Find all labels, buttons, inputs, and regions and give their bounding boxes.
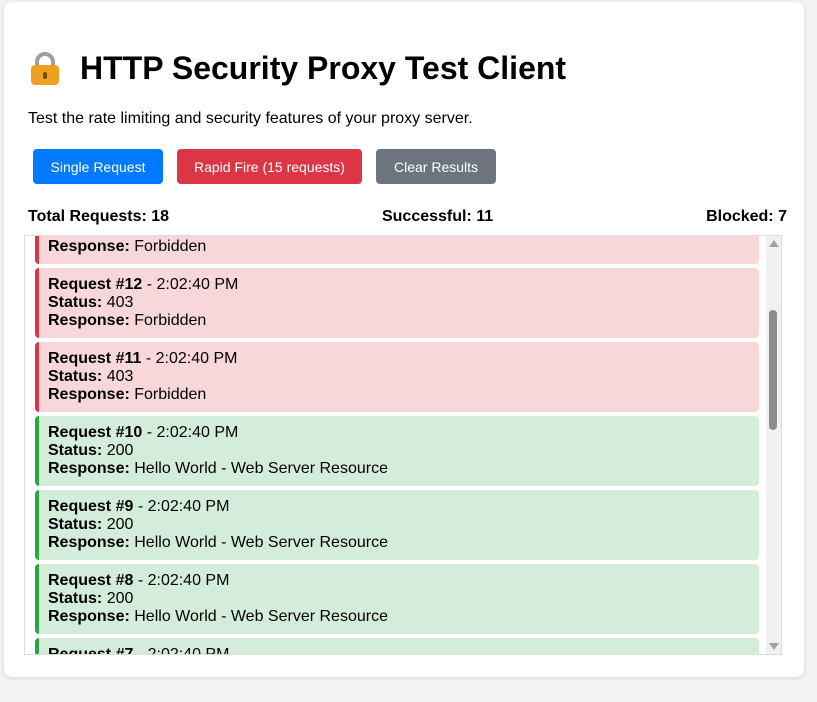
result-response: Response: Forbidden (48, 312, 759, 330)
result-header: Request #10 - 2:02:40 PM (48, 424, 759, 442)
result-entry: Request #7 - 2:02:40 PMStatus: 200Respon… (35, 638, 759, 655)
blocked-stat: Blocked: 7 (706, 208, 787, 225)
result-entry: Request #11 - 2:02:40 PM Status: 403 Respo… (35, 342, 759, 412)
result-status: Status: 200 (48, 442, 759, 460)
status-value: 200 (106, 516, 134, 533)
request-time: - 2:02:40 PM (133, 498, 230, 515)
status-value: 403 (106, 294, 134, 311)
result-header: Request #11 - 2:02:40 PM (48, 350, 759, 368)
request-number: Request #9 (48, 498, 134, 515)
request-number: Request #8 (48, 572, 134, 589)
status-label: Status: (48, 516, 103, 533)
results-scrollbar[interactable] (766, 236, 781, 654)
results-panel[interactable]: Request #13 - 2:02:40 PMStatus: 403Respo… (24, 235, 782, 655)
request-number: Request #10 (48, 424, 143, 441)
status-label: Status: (48, 294, 103, 311)
status-value: 200 (106, 590, 134, 607)
page-subtitle: Test the rate limiting and security feat… (28, 110, 473, 127)
result-header: Request #9 - 2:02:40 PM (48, 498, 759, 516)
status-value: 200 (106, 442, 134, 459)
result-status: Status: 200 (48, 590, 759, 608)
status-label: Status: (48, 368, 103, 385)
request-number: Request #7 (48, 646, 134, 655)
result-status: Status: 403 (48, 294, 759, 312)
result-response: Response: Hello World - Web Server Resou… (48, 460, 759, 478)
result-entry: Request #13 - 2:02:40 PMStatus: 403Respo… (35, 236, 759, 264)
result-response: Response: Hello World - Web Server Resou… (48, 534, 759, 552)
result-response: Response: Hello World - Web Server Resou… (48, 608, 759, 626)
result-entry: Request #10 - 2:02:40 PM Status: 200 Respo… (35, 416, 759, 486)
status-value: 403 (107, 236, 134, 237)
clear-results-button[interactable]: Clear Results (376, 149, 496, 184)
stats-bar: Total Requests: 18 Successful: 11 Blocke… (28, 208, 787, 226)
response-label: Response: (48, 460, 130, 477)
response-value: Hello World - Web Server Resource (134, 460, 388, 477)
request-time: - 2:02:40 PM (133, 646, 230, 655)
status-label: Status: (48, 236, 102, 237)
request-number: Request #12 (48, 276, 143, 293)
result-entry: Request #9 - 2:02:40 PM Status: 200 Respon… (35, 490, 759, 560)
scrollbar-thumb[interactable] (769, 310, 777, 430)
single-request-button[interactable]: Single Request (33, 149, 163, 184)
status-label: Status: (48, 442, 103, 459)
page-title: HTTP Security Proxy Test Client (28, 48, 566, 88)
result-entry: Request #8 - 2:02:40 PM Status: 200 Respon… (35, 564, 759, 634)
result-status: Status: 200 (48, 516, 759, 534)
results-list: Request #13 - 2:02:40 PMStatus: 403Respo… (35, 236, 759, 655)
response-label: Response: (48, 608, 130, 625)
rapid-fire-button[interactable]: Rapid Fire (15 requests) (177, 149, 362, 184)
response-label: Response: (48, 238, 130, 255)
total-requests-stat: Total Requests: 18 (28, 208, 170, 225)
result-header: Request #8 - 2:02:40 PM (48, 572, 759, 590)
response-value: Hello World - Web Server Resource (134, 534, 388, 551)
response-value: Forbidden (134, 386, 207, 403)
request-time: - 2:02:40 PM (141, 350, 238, 367)
page-title-text: HTTP Security Proxy Test Client (80, 50, 567, 86)
result-header: Request #7 - 2:02:40 PM (48, 646, 759, 655)
result-response: Response: Forbidden (48, 238, 759, 256)
status-label: Status: (48, 590, 103, 607)
request-time: - 2:02:40 PM (142, 276, 239, 293)
response-value: Hello World - Web Server Resource (134, 608, 388, 625)
request-number: Request #11 (48, 350, 142, 367)
status-value: 403 (106, 368, 134, 385)
response-value: Forbidden (134, 238, 207, 255)
result-response: Response: Forbidden (48, 386, 759, 404)
successful-stat: Successful: 11 (381, 208, 494, 225)
response-label: Response: (48, 386, 130, 403)
response-label: Response: (48, 534, 130, 551)
result-status: Status: 403 (48, 368, 759, 386)
request-time: - 2:02:40 PM (133, 572, 230, 589)
result-header: Request #12 - 2:02:40 PM (48, 276, 759, 294)
response-value: Forbidden (134, 312, 207, 329)
scroll-down-arrow-icon[interactable] (769, 643, 779, 650)
request-time: - 2:02:40 PM (142, 424, 239, 441)
result-entry: Request #12 - 2:02:40 PM Status: 403 Respo… (35, 268, 759, 338)
response-label: Response: (48, 312, 130, 329)
scroll-up-arrow-icon[interactable] (769, 240, 779, 247)
lock-icon (28, 48, 62, 88)
